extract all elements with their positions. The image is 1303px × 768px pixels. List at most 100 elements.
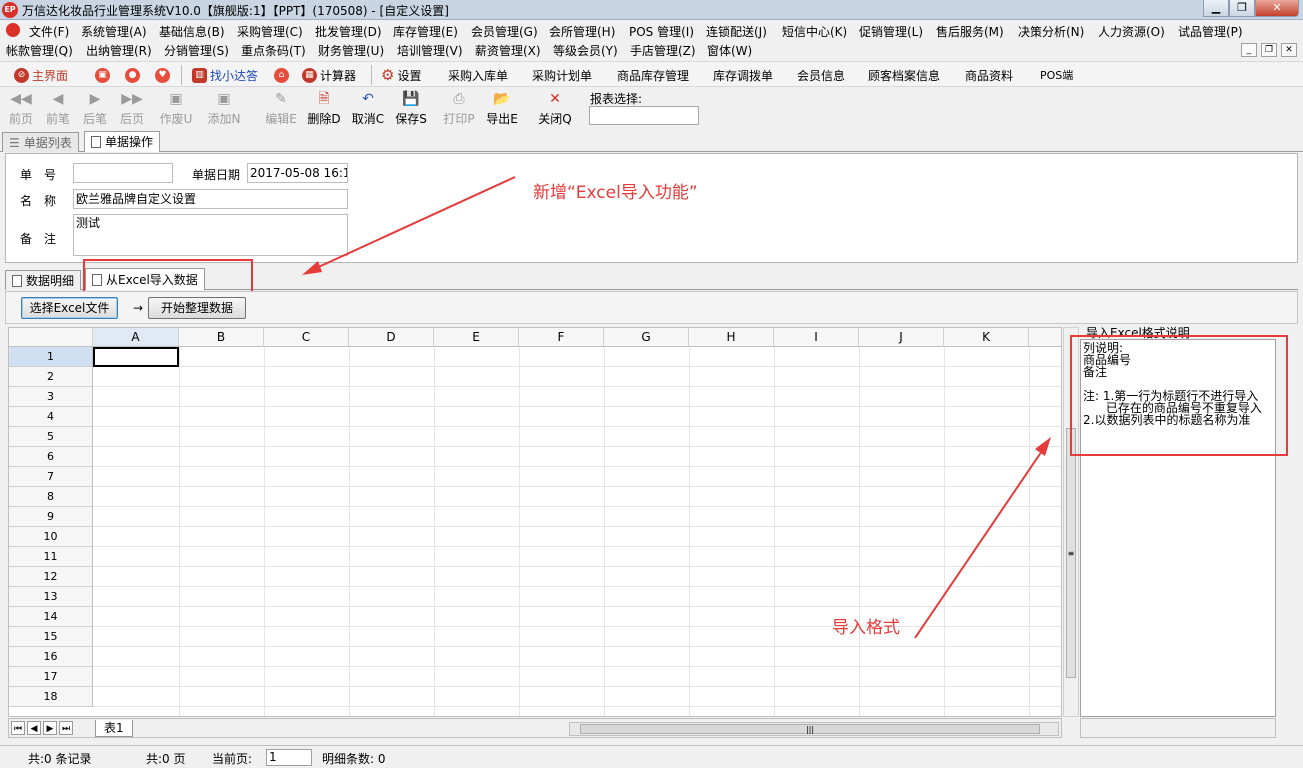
report-select-input[interactable] bbox=[589, 106, 699, 125]
column-header[interactable]: I bbox=[774, 328, 859, 347]
prev-sheet-icon[interactable]: ◀ bbox=[27, 721, 41, 735]
menu-barcode[interactable]: 重点条码(T) bbox=[241, 42, 306, 59]
close-window-button[interactable]: ✕ bbox=[1255, 0, 1299, 17]
next-sheet-icon[interactable]: ▶ bbox=[43, 721, 57, 735]
panel-horizontal-scrollbar[interactable] bbox=[1080, 718, 1276, 738]
cancel-button[interactable]: ↶ 取消C bbox=[351, 90, 385, 127]
start-organize-button[interactable]: 开始整理数据 bbox=[148, 297, 246, 319]
save-button[interactable]: 💾 保存S bbox=[394, 90, 428, 127]
link-stock-manage[interactable]: 商品库存管理 bbox=[617, 66, 689, 84]
row-header[interactable]: 2 bbox=[9, 367, 93, 387]
column-header[interactable]: D bbox=[349, 328, 434, 347]
row-header[interactable]: 13 bbox=[9, 587, 93, 607]
note-textarea[interactable]: 测试 bbox=[73, 214, 348, 256]
column-header[interactable]: C bbox=[264, 328, 349, 347]
choose-excel-button[interactable]: 选择Excel文件 bbox=[21, 297, 118, 319]
row-header[interactable]: 15 bbox=[9, 627, 93, 647]
column-header[interactable]: F bbox=[519, 328, 604, 347]
corner-cell[interactable] bbox=[9, 328, 93, 347]
lock-button[interactable]: ▣ bbox=[95, 66, 110, 84]
find-assistant-button[interactable]: ▥ 找小达答 bbox=[192, 66, 258, 84]
menu-wholesale[interactable]: 批发管理(D) bbox=[315, 23, 382, 40]
first-sheet-icon[interactable]: ⏮ bbox=[11, 721, 25, 735]
menu-sample[interactable]: 试品管理(P) bbox=[1178, 23, 1243, 40]
sheet-tab[interactable]: 表1 bbox=[95, 720, 133, 737]
first-page-button[interactable]: ◀◀ 前页 bbox=[4, 90, 38, 127]
chat-button[interactable]: ● bbox=[125, 66, 140, 84]
mdi-minimize-button[interactable]: _ bbox=[1241, 43, 1257, 57]
column-header[interactable]: K bbox=[944, 328, 1029, 347]
menu-finance[interactable]: 财务管理(U) bbox=[318, 42, 384, 59]
menu-hr[interactable]: 人力资源(O) bbox=[1098, 23, 1165, 40]
row-header[interactable]: 7 bbox=[9, 467, 93, 487]
current-page-input[interactable]: 1 bbox=[266, 749, 312, 766]
menu-promotion[interactable]: 促销管理(L) bbox=[859, 23, 923, 40]
link-pos[interactable]: POS端 bbox=[1040, 66, 1073, 84]
menu-accounts[interactable]: 帐款管理(Q) bbox=[6, 42, 73, 59]
menu-system[interactable]: 系统管理(A) bbox=[81, 23, 147, 40]
void-button[interactable]: ▣ 作废U bbox=[159, 90, 193, 127]
row-header[interactable]: 12 bbox=[9, 567, 93, 587]
print-button[interactable]: ⎙ 打印P bbox=[442, 90, 476, 127]
name-input[interactable]: 欧兰雅品牌自定义设置 bbox=[73, 189, 348, 209]
link-purchase-in[interactable]: 采购入库单 bbox=[448, 66, 508, 84]
menu-file[interactable]: 文件(F) bbox=[29, 23, 69, 40]
tab-data-detail[interactable]: 数据明细 bbox=[5, 270, 82, 290]
row-header[interactable]: 9 bbox=[9, 507, 93, 527]
column-header[interactable]: B bbox=[179, 328, 264, 347]
link-transfer[interactable]: 库存调拨单 bbox=[713, 66, 773, 84]
grid-horizontal-scrollbar[interactable]: ||| bbox=[569, 722, 1059, 736]
menu-distribution[interactable]: 分销管理(S) bbox=[164, 42, 229, 59]
number-input[interactable] bbox=[73, 163, 173, 183]
row-header[interactable]: 8 bbox=[9, 487, 93, 507]
menu-sms[interactable]: 短信中心(K) bbox=[782, 23, 847, 40]
link-customer-files[interactable]: 顾客档案信息 bbox=[868, 66, 940, 84]
menu-store[interactable]: 手店管理(Z) bbox=[630, 42, 696, 59]
export-button[interactable]: 📂 导出E bbox=[485, 90, 519, 127]
next-record-button[interactable]: ▶ 后笔 bbox=[78, 90, 112, 127]
add-button[interactable]: ▣ 添加N bbox=[207, 90, 241, 127]
tab-document-list[interactable]: ☰ 单据列表 bbox=[2, 132, 79, 152]
link-purchase-plan[interactable]: 采购计划单 bbox=[532, 66, 592, 84]
bulb-button[interactable]: ♥ bbox=[155, 66, 170, 84]
menu-training[interactable]: 培训管理(V) bbox=[397, 42, 463, 59]
menu-aftersale[interactable]: 售后服务(M) bbox=[936, 23, 1004, 40]
close-button[interactable]: ✕ 关闭Q bbox=[538, 90, 572, 127]
scrollbar-thumb[interactable]: ||| bbox=[580, 724, 1040, 734]
menu-inventory[interactable]: 库存管理(E) bbox=[393, 23, 458, 40]
row-header[interactable]: 14 bbox=[9, 607, 93, 627]
menu-window[interactable]: 窗体(W) bbox=[707, 42, 752, 59]
column-header[interactable]: J bbox=[859, 328, 944, 347]
link-product-data[interactable]: 商品资料 bbox=[965, 66, 1013, 84]
last-sheet-icon[interactable]: ⏭ bbox=[59, 721, 73, 735]
scrollbar-thumb[interactable]: ≡ bbox=[1066, 428, 1076, 678]
column-header[interactable]: G bbox=[604, 328, 689, 347]
prev-record-button[interactable]: ◀ 前笔 bbox=[41, 90, 75, 127]
row-header[interactable]: 18 bbox=[9, 687, 93, 707]
menu-salary[interactable]: 薪资管理(X) bbox=[475, 42, 541, 59]
last-page-button[interactable]: ▶▶ 后页 bbox=[115, 90, 149, 127]
row-header[interactable]: 10 bbox=[9, 527, 93, 547]
menu-member[interactable]: 会员管理(G) bbox=[471, 23, 538, 40]
restore-button[interactable]: ❐ bbox=[1229, 0, 1255, 17]
menu-pos[interactable]: POS 管理(I) bbox=[629, 23, 694, 40]
row-header[interactable]: 6 bbox=[9, 447, 93, 467]
mdi-restore-button[interactable]: ❐ bbox=[1261, 43, 1277, 57]
row-header[interactable]: 1 bbox=[9, 347, 93, 367]
calculator-button[interactable]: ▦ 计算器 bbox=[302, 66, 356, 84]
mdi-close-button[interactable]: ✕ bbox=[1281, 43, 1297, 57]
column-header-extra[interactable] bbox=[1029, 328, 1061, 347]
date-input[interactable]: 2017-05-08 16:17 bbox=[247, 163, 348, 183]
menu-basic-info[interactable]: 基础信息(B) bbox=[159, 23, 225, 40]
menu-level-member[interactable]: 等级会员(Y) bbox=[553, 42, 618, 59]
menu-decision[interactable]: 决策分析(N) bbox=[1018, 23, 1084, 40]
column-header[interactable]: A bbox=[93, 328, 179, 347]
row-header[interactable]: 3 bbox=[9, 387, 93, 407]
menu-purchase[interactable]: 采购管理(C) bbox=[237, 23, 303, 40]
spreadsheet-grid[interactable]: A B C D E F G H I J K 1 2 3 4 5 6 7 8 9 … bbox=[8, 327, 1062, 717]
menu-chain[interactable]: 连锁配送(J) bbox=[706, 23, 767, 40]
row-header[interactable]: 4 bbox=[9, 407, 93, 427]
row-header[interactable]: 16 bbox=[9, 647, 93, 667]
minimize-button[interactable]: ▁ bbox=[1203, 0, 1229, 17]
edit-button[interactable]: ✎ 编辑E bbox=[264, 90, 298, 127]
